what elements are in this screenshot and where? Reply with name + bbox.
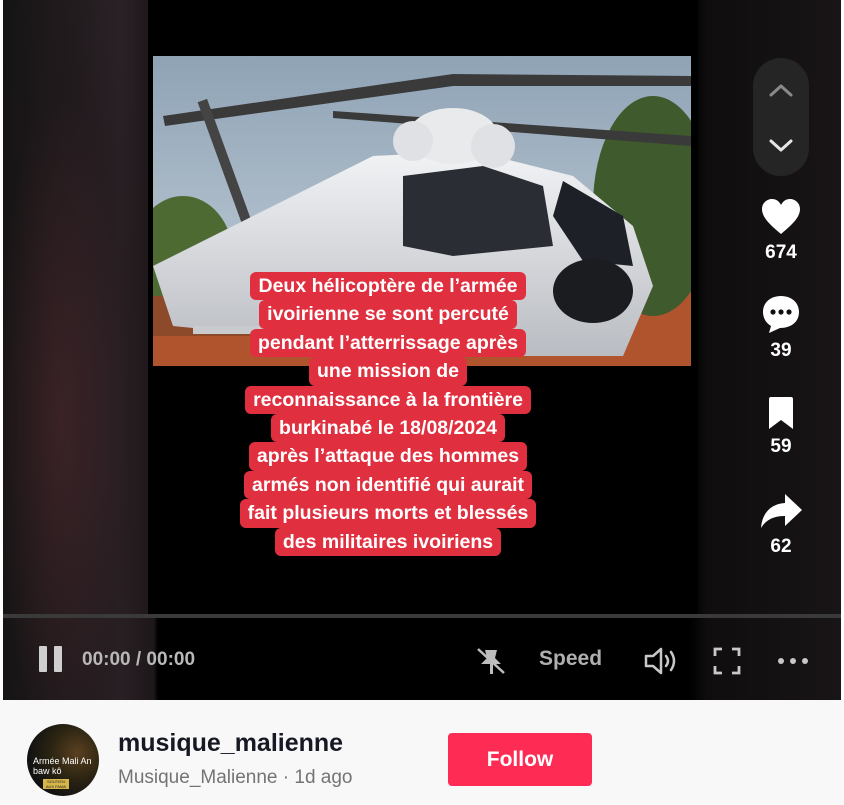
caption-line: Deux hélicoptère de l’armée bbox=[250, 272, 526, 301]
avatar[interactable]: Armée Mali An baw kô SOUTIEN AUX FAMA bbox=[27, 724, 99, 796]
avatar-text: Armée Mali An baw kô bbox=[33, 756, 92, 776]
author-bar: Armée Mali An baw kô SOUTIEN AUX FAMA mu… bbox=[0, 700, 844, 805]
chevron-up-icon bbox=[769, 84, 793, 97]
comment-action[interactable]: 39 bbox=[751, 294, 811, 362]
time-text: 00:00 / 00:00 bbox=[82, 649, 196, 670]
heart-icon[interactable] bbox=[761, 198, 801, 236]
video-navigation bbox=[753, 58, 809, 176]
speed-button[interactable]: Speed bbox=[539, 647, 602, 671]
caption-line: pendant l’atterrissage après bbox=[249, 328, 527, 358]
author-username[interactable]: musique_malienne bbox=[118, 729, 343, 758]
author-meta: Musique_Malienne · 1d ago bbox=[118, 767, 353, 788]
fullscreen-icon bbox=[713, 647, 741, 675]
more-options-button[interactable] bbox=[776, 646, 810, 676]
comment-count: 39 bbox=[770, 340, 792, 361]
share-action[interactable]: 62 bbox=[751, 492, 811, 558]
progress-bar[interactable] bbox=[3, 614, 841, 618]
volume-button[interactable] bbox=[643, 646, 679, 676]
mini-player-button[interactable] bbox=[475, 646, 507, 676]
save-action[interactable]: 59 bbox=[751, 396, 811, 458]
caption-line: ivoirienne se sont percuté bbox=[259, 300, 517, 329]
caption-line: une mission de bbox=[309, 357, 467, 386]
player-controls: 00:00 / 00:00 Speed bbox=[3, 632, 841, 688]
chevron-down-icon bbox=[769, 139, 793, 152]
bookmark-icon[interactable] bbox=[766, 396, 796, 430]
pause-button[interactable] bbox=[37, 644, 65, 674]
comment-icon[interactable] bbox=[761, 294, 801, 334]
share-count: 62 bbox=[770, 536, 792, 557]
caption-line: après l’attaque des hommes bbox=[248, 442, 528, 471]
fullscreen-button[interactable] bbox=[712, 646, 742, 676]
speed-label: Speed bbox=[539, 647, 603, 670]
next-video-button[interactable] bbox=[753, 118, 809, 174]
caption-line: reconnaissance à la frontière bbox=[245, 385, 531, 415]
pause-icon bbox=[39, 646, 62, 672]
like-action[interactable]: 674 bbox=[751, 198, 811, 264]
pin-off-icon bbox=[477, 648, 505, 674]
video-player[interactable]: Deux hélicoptère de l’armée ivoirienne s… bbox=[3, 0, 841, 700]
caption-line: fait plusieurs morts et blessés bbox=[239, 499, 537, 528]
caption-line: burkinabé le 18/08/2024 bbox=[271, 414, 505, 443]
follow-button[interactable]: Follow bbox=[448, 733, 592, 786]
save-count: 59 bbox=[770, 436, 792, 457]
video-caption: Deux hélicoptère de l’armée ivoirienne s… bbox=[223, 272, 553, 557]
like-count: 674 bbox=[765, 242, 797, 263]
previous-video-button[interactable] bbox=[753, 62, 809, 118]
volume-icon bbox=[644, 647, 676, 675]
avatar-badge: SOUTIEN AUX FAMA bbox=[43, 779, 69, 789]
share-icon[interactable] bbox=[759, 492, 803, 530]
caption-line: armés non identifié qui aurait bbox=[244, 470, 532, 500]
more-dots-icon bbox=[778, 658, 808, 664]
caption-line: des militaires ivoiriens bbox=[274, 527, 502, 557]
time-display: 00:00 / 00:00 bbox=[82, 649, 195, 671]
